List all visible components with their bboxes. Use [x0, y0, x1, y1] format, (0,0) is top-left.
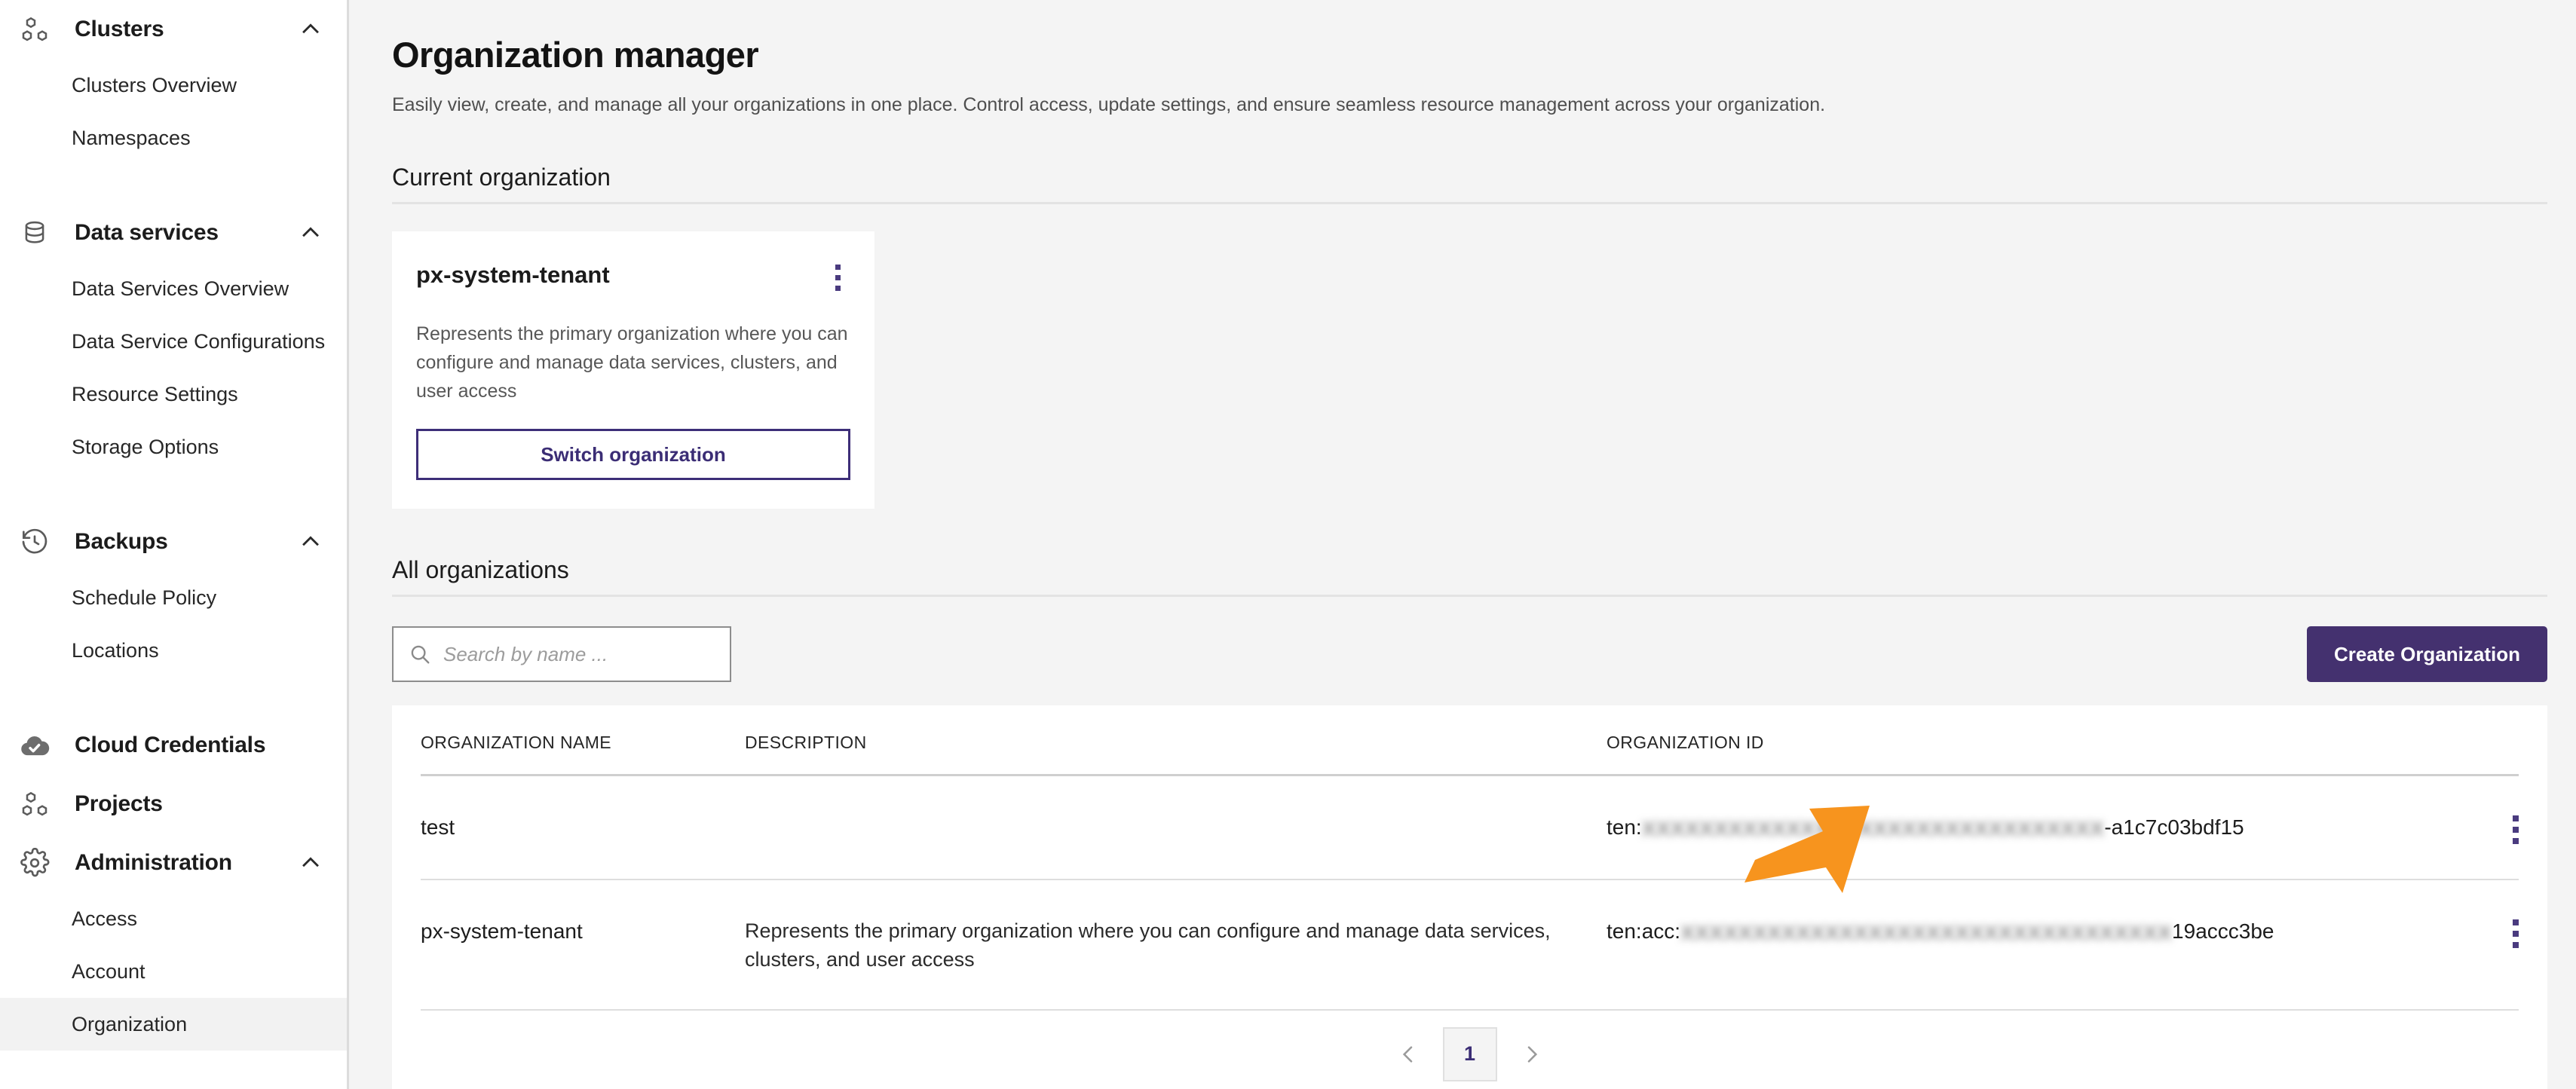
sidebar: Clusters Clusters Overview Namespaces Da…	[0, 0, 349, 1089]
sidebar-item-account[interactable]: Account	[0, 945, 347, 998]
sidebar-divider-1	[0, 164, 347, 203]
organization-id-prefix: ten:	[1607, 815, 1642, 839]
organization-id-suffix: 19accc3be	[2172, 919, 2274, 943]
sidebar-item-access[interactable]: Access	[0, 892, 347, 945]
current-organization-card-header: px-system-tenant	[416, 258, 850, 291]
pagination-page-1[interactable]: 1	[1442, 1026, 1497, 1081]
sidebar-item-label: Account	[72, 959, 145, 983]
current-organization-card: px-system-tenant Represents the primary …	[392, 231, 874, 509]
table-header-row: ORGANIZATION NAME DESCRIPTION ORGANIZATI…	[421, 705, 2519, 774]
sidebar-group-label: Cloud Credentials	[75, 733, 266, 757]
column-header-description: DESCRIPTION	[745, 733, 867, 752]
search-input[interactable]	[443, 642, 715, 666]
cloud-check-icon	[14, 730, 56, 761]
sidebar-item-label: Organization	[72, 1012, 188, 1035]
chevron-right-icon[interactable]	[1517, 1034, 1547, 1075]
cell-organization-id: ten:acc:XXXXXXXXXXXXXXXXXXXXXXXXXXXXXXXX…	[1607, 916, 2428, 948]
organization-id-redacted: XXXXXXXXXXXXXXXXXXXXXXXXXXXXXXXX	[1641, 817, 2105, 840]
cell-actions	[2428, 812, 2519, 844]
cell-organization-id: ten:XXXXXXXXXXXXXXXXXXXXXXXXXXXXXXXX-a1c…	[1607, 812, 2428, 844]
sidebar-item-label: Schedule Policy	[72, 586, 217, 609]
sidebar-divider-3	[0, 677, 347, 716]
sidebar-item-projects[interactable]: Projects	[0, 775, 347, 834]
section-divider	[392, 595, 2547, 597]
sidebar-item-data-services-overview[interactable]: Data Services Overview	[0, 262, 347, 315]
cubes-icon	[14, 789, 56, 819]
kebab-menu-icon[interactable]	[2513, 916, 2519, 948]
sidebar-group-header-data-services[interactable]: Data services	[0, 203, 347, 262]
sidebar-item-cloud-credentials[interactable]: Cloud Credentials	[0, 716, 347, 775]
create-organization-button[interactable]: Create Organization	[2306, 626, 2547, 682]
organization-id-redacted: XXXXXXXXXXXXXXXXXXXXXXXXXXXXXXXXXX	[1680, 921, 2173, 944]
pagination: 1	[421, 1011, 2519, 1089]
sidebar-item-clusters-overview[interactable]: Clusters Overview	[0, 59, 347, 112]
sidebar-group-label: Clusters	[75, 17, 164, 41]
chevron-up-icon[interactable]	[296, 17, 326, 42]
switch-organization-button[interactable]: Switch organization	[416, 429, 850, 480]
table-row[interactable]: test ten:XXXXXXXXXXXXXXXXXXXXXXXXXXXXXXX…	[421, 776, 2519, 879]
current-organization-section-label: Current organization	[392, 164, 611, 191]
chevron-up-icon[interactable]	[296, 850, 326, 876]
kebab-menu-icon[interactable]	[2513, 812, 2519, 844]
sidebar-item-label: Locations	[72, 638, 159, 662]
history-icon	[14, 527, 56, 557]
all-organizations-section-label: All organizations	[392, 556, 569, 583]
chevron-up-icon[interactable]	[296, 529, 326, 555]
sidebar-item-namespaces[interactable]: Namespaces	[0, 112, 347, 164]
cell-organization-name: test	[421, 815, 455, 839]
gear-icon	[14, 848, 56, 878]
sidebar-item-organization[interactable]: Organization	[0, 998, 347, 1051]
sidebar-item-locations[interactable]: Locations	[0, 624, 347, 677]
sidebar-item-label: Resource Settings	[72, 382, 238, 405]
sidebar-item-data-service-configurations[interactable]: Data Service Configurations	[0, 315, 347, 368]
sidebar-group-label: Data services	[75, 220, 219, 245]
sidebar-group-header-backups[interactable]: Backups	[0, 512, 347, 571]
chevron-up-icon[interactable]	[296, 220, 326, 246]
chevron-left-icon[interactable]	[1393, 1034, 1423, 1075]
sidebar-group-projects: Projects	[0, 775, 347, 834]
sidebar-item-label: Storage Options	[72, 435, 219, 458]
search-icon	[409, 643, 434, 665]
page-subtitle: Easily view, create, and manage all your…	[392, 94, 1826, 115]
kebab-menu-icon[interactable]	[825, 258, 850, 291]
main-content: Organization manager Easily view, create…	[349, 0, 2576, 1089]
organization-id-prefix: ten:acc:	[1607, 919, 1681, 943]
column-header-organization-id: ORGANIZATION ID	[1607, 733, 1764, 752]
sidebar-group-cloud-credentials: Cloud Credentials	[0, 716, 347, 775]
sidebar-group-data-services: Data services Data Services Overview Dat…	[0, 203, 347, 473]
cell-description: Represents the primary organization wher…	[745, 919, 1551, 971]
sidebar-item-label: Namespaces	[72, 126, 191, 149]
sidebar-group-header-administration[interactable]: Administration	[0, 834, 347, 892]
sidebar-item-resource-settings[interactable]: Resource Settings	[0, 368, 347, 421]
cell-actions	[2428, 916, 2519, 948]
sidebar-group-backups: Backups Schedule Policy Locations	[0, 512, 347, 677]
organizations-table: ORGANIZATION NAME DESCRIPTION ORGANIZATI…	[392, 705, 2547, 1089]
section-divider	[392, 202, 2547, 204]
table-row[interactable]: px-system-tenant Represents the primary …	[421, 880, 2519, 1009]
current-organization-description: Represents the primary organization wher…	[416, 323, 848, 402]
sidebar-group-label: Administration	[75, 850, 232, 875]
sidebar-item-label: Data Services Overview	[72, 277, 289, 300]
sidebar-item-schedule-policy[interactable]: Schedule Policy	[0, 571, 347, 624]
app-root: Clusters Clusters Overview Namespaces Da…	[0, 0, 2576, 1089]
search-box[interactable]	[392, 626, 731, 682]
organization-id-suffix: -a1c7c03bdf15	[2104, 815, 2244, 839]
sidebar-item-label: Clusters Overview	[72, 73, 237, 96]
database-icon	[14, 219, 56, 247]
cubes-icon	[14, 14, 56, 44]
sidebar-group-label: Projects	[75, 791, 163, 816]
sidebar-item-label: Data Service Configurations	[72, 329, 326, 353]
column-header-organization-name: ORGANIZATION NAME	[421, 733, 611, 752]
sidebar-group-label: Backups	[75, 529, 168, 554]
sidebar-group-header-clusters[interactable]: Clusters	[0, 0, 347, 59]
sidebar-divider-2	[0, 473, 347, 512]
page-title: Organization manager	[392, 35, 759, 75]
cell-organization-name: px-system-tenant	[421, 919, 583, 943]
sidebar-item-storage-options[interactable]: Storage Options	[0, 421, 347, 473]
sidebar-group-administration: Administration Access Account Organizati…	[0, 834, 347, 1051]
organizations-toolbar: Create Organization	[392, 623, 2547, 685]
current-organization-name: px-system-tenant	[416, 262, 610, 288]
sidebar-item-label: Access	[72, 907, 138, 930]
sidebar-group-clusters: Clusters Clusters Overview Namespaces	[0, 0, 347, 164]
